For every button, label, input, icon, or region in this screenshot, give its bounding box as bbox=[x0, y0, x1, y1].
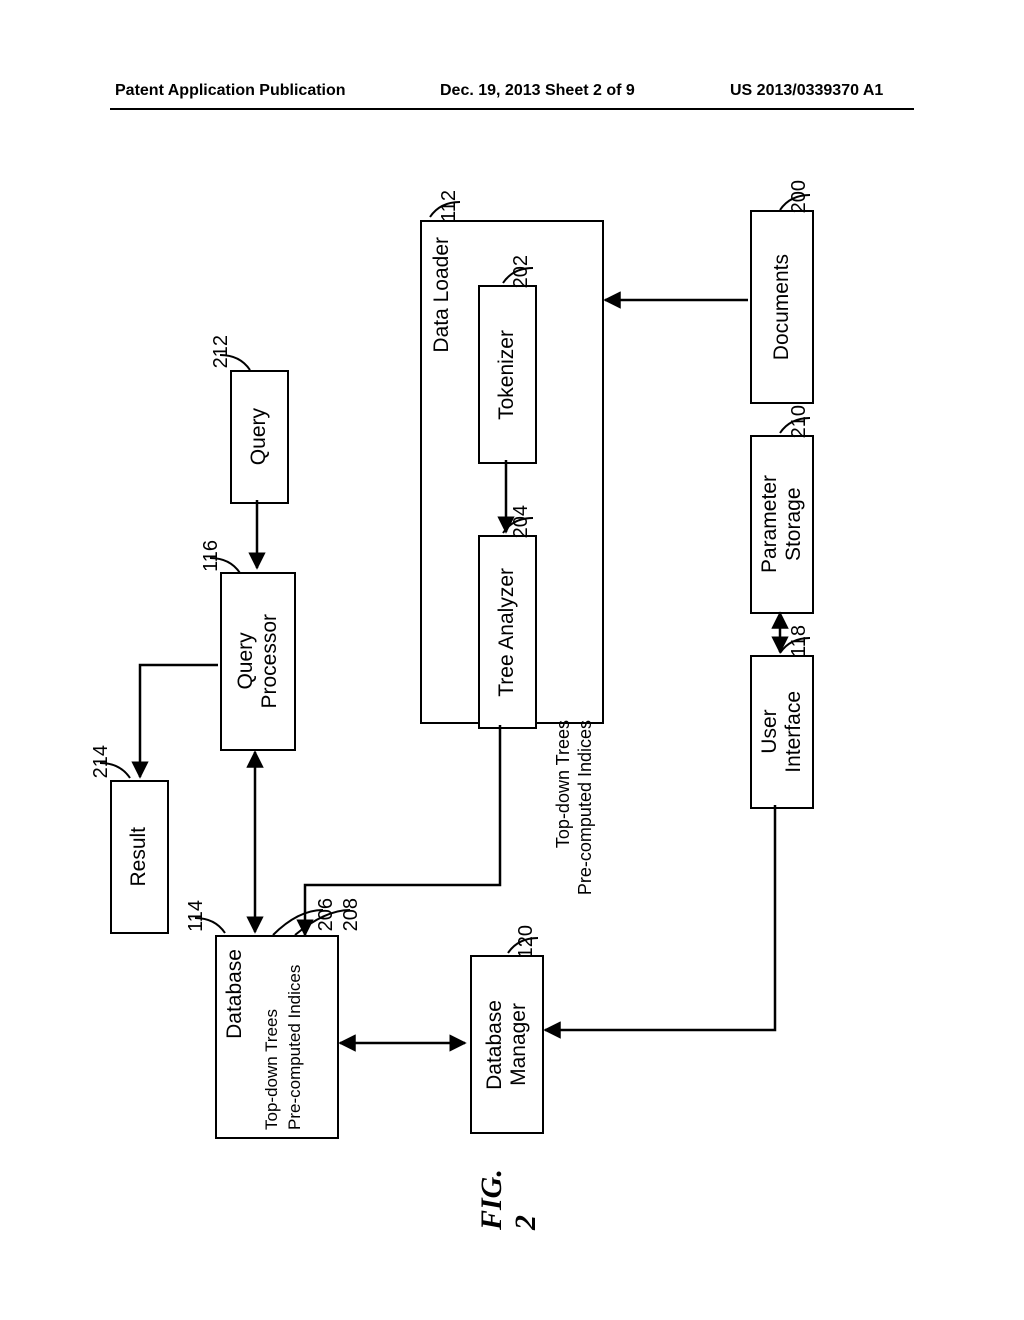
box-user-interface: User Interface bbox=[750, 655, 814, 809]
label-tree-analyzer: Tree Analyzer bbox=[495, 568, 519, 697]
box-tree-analyzer: Tree Analyzer bbox=[478, 535, 537, 729]
page: Patent Application Publication Dec. 19, … bbox=[0, 0, 1024, 1320]
arrow-qprocessor-database bbox=[250, 747, 260, 937]
label-db-trees: Top-down Trees bbox=[262, 940, 282, 1130]
arrow-dbmanager-database bbox=[335, 1038, 470, 1048]
edge-label-indices: Pre-computed Indices bbox=[575, 720, 596, 895]
edge-label-trees: Top-down Trees bbox=[553, 720, 574, 848]
header-rule bbox=[110, 108, 914, 110]
figure-label: FIG. 2 bbox=[475, 1165, 543, 1230]
label-user-interface: User Interface bbox=[758, 691, 806, 773]
label-query-processor: Query Processor bbox=[234, 614, 282, 709]
label-database-manager: Database Manager bbox=[483, 1000, 531, 1090]
arrow-query-qprocessor bbox=[252, 500, 262, 572]
header-date-sheet: Dec. 19, 2013 Sheet 2 of 9 bbox=[440, 82, 635, 100]
box-result: Result bbox=[110, 780, 169, 934]
arrow-qprocessor-result bbox=[135, 660, 220, 782]
box-database-manager: Database Manager bbox=[470, 955, 544, 1134]
label-query: Query bbox=[247, 408, 271, 465]
label-data-loader: Data Loader bbox=[430, 237, 454, 353]
label-database: Database bbox=[223, 949, 247, 1039]
label-result: Result bbox=[127, 827, 151, 887]
box-query-processor: Query Processor bbox=[220, 572, 296, 751]
arrow-tokenizer-treeanalyzer bbox=[501, 460, 511, 535]
label-tokenizer: Tokenizer bbox=[495, 330, 519, 420]
header-publication: Patent Application Publication bbox=[115, 82, 346, 100]
label-db-indices: Pre-computed Indices bbox=[285, 940, 305, 1130]
arrow-paramstorage-ui bbox=[775, 610, 785, 655]
box-documents: Documents bbox=[750, 210, 814, 404]
label-parameter-storage: Parameter Storage bbox=[758, 475, 806, 573]
header-patent-number: US 2013/0339370 A1 bbox=[730, 82, 883, 100]
arrow-documents-dataloader bbox=[600, 295, 750, 305]
box-query: Query bbox=[230, 370, 289, 504]
diagram-fig-2: Documents 200 Parameter Storage 210 User… bbox=[110, 180, 910, 1230]
box-parameter-storage: Parameter Storage bbox=[750, 435, 814, 614]
label-documents: Documents bbox=[770, 254, 794, 360]
box-tokenizer: Tokenizer bbox=[478, 285, 537, 464]
